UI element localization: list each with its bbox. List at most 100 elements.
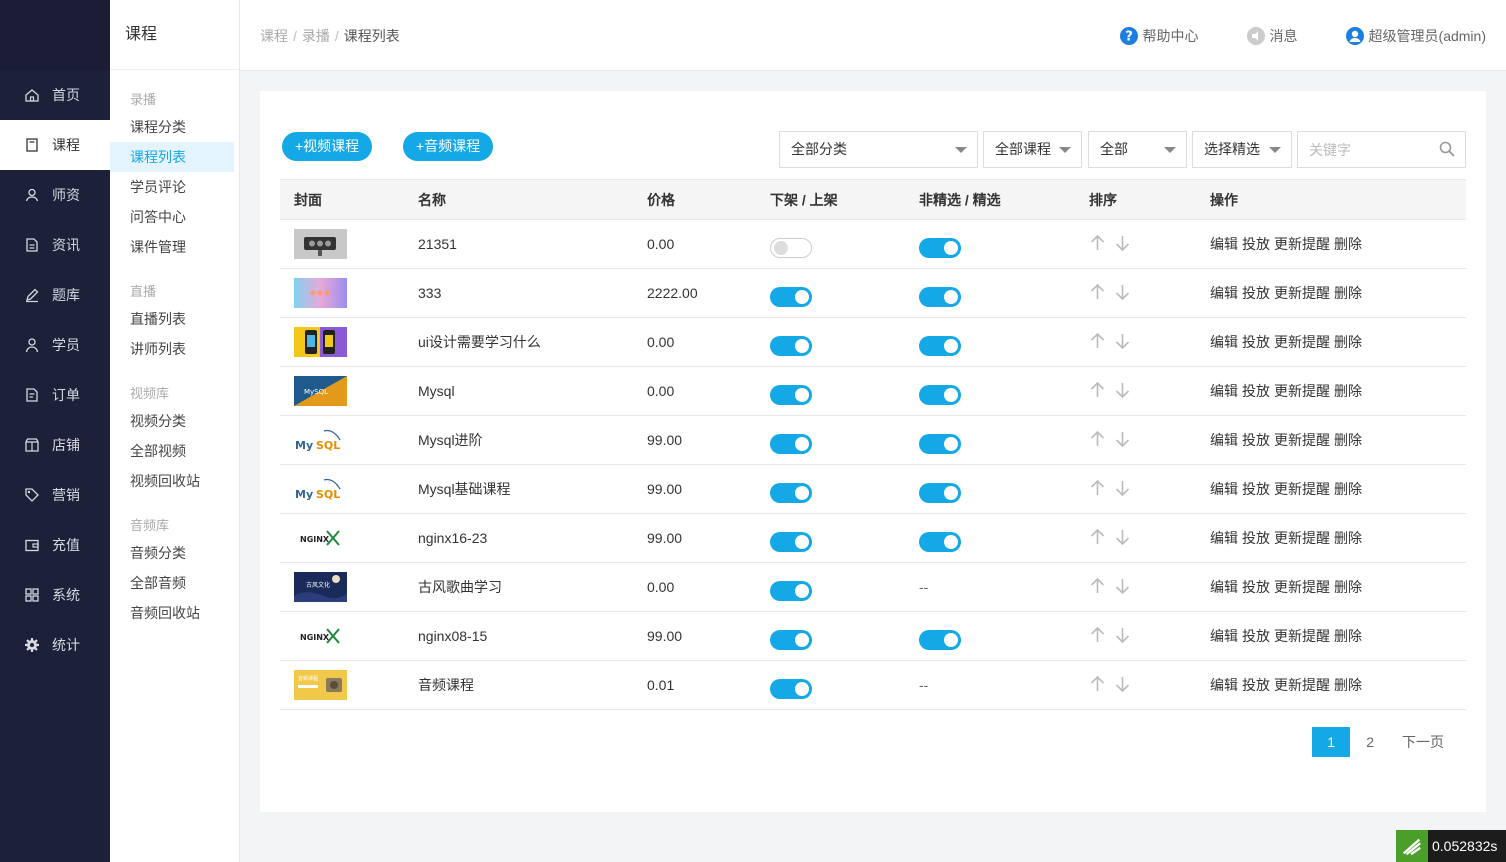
delete-link[interactable]: 删除 (1334, 677, 1362, 693)
delete-link[interactable]: 删除 (1334, 334, 1362, 350)
sub-nav-item[interactable]: 全部视频 (110, 436, 234, 466)
featured-toggle[interactable] (919, 434, 961, 454)
shelf-status-toggle[interactable] (770, 532, 812, 552)
nav-item[interactable]: 课程 (0, 120, 110, 170)
keyword-search-input[interactable] (1298, 132, 1428, 167)
edit-link[interactable]: 编辑 (1210, 481, 1238, 497)
edit-link[interactable]: 编辑 (1210, 530, 1238, 546)
sub-nav-item[interactable]: 全部音频 (110, 568, 234, 598)
delete-link[interactable]: 删除 (1334, 383, 1362, 399)
deliver-link[interactable]: 投放 (1242, 383, 1270, 399)
nav-item[interactable]: 师资 (0, 170, 110, 220)
delete-link[interactable]: 删除 (1334, 530, 1362, 546)
arrow-up-icon[interactable] (1089, 430, 1106, 448)
breadcrumb-item[interactable]: 录播 (302, 28, 330, 44)
arrow-up-icon[interactable] (1089, 332, 1106, 350)
messages-link[interactable]: 消息 (1246, 26, 1298, 46)
arrow-down-icon[interactable] (1114, 626, 1131, 644)
featured-toggle[interactable] (919, 483, 961, 503)
shelf-status-toggle[interactable] (770, 630, 812, 650)
sub-nav-item[interactable]: 音频回收站 (110, 598, 234, 628)
status-select[interactable]: 全部 (1088, 131, 1187, 168)
arrow-down-icon[interactable] (1114, 675, 1131, 693)
arrow-down-icon[interactable] (1114, 381, 1131, 399)
edit-link[interactable]: 编辑 (1210, 383, 1238, 399)
update-reminder-link[interactable]: 更新提醒 (1274, 432, 1330, 448)
deliver-link[interactable]: 投放 (1242, 432, 1270, 448)
delete-link[interactable]: 删除 (1334, 579, 1362, 595)
deliver-link[interactable]: 投放 (1242, 530, 1270, 546)
course-type-select[interactable]: 全部课程 (983, 131, 1082, 168)
delete-link[interactable]: 删除 (1334, 481, 1362, 497)
update-reminder-link[interactable]: 更新提醒 (1274, 628, 1330, 644)
deliver-link[interactable]: 投放 (1242, 677, 1270, 693)
arrow-down-icon[interactable] (1114, 283, 1131, 301)
arrow-up-icon[interactable] (1089, 626, 1106, 644)
arrow-down-icon[interactable] (1114, 528, 1131, 546)
shelf-status-toggle[interactable] (770, 287, 812, 307)
help-center-link[interactable]: ? 帮助中心 (1119, 26, 1199, 46)
edit-link[interactable]: 编辑 (1210, 677, 1238, 693)
nav-item[interactable]: 资讯 (0, 220, 110, 270)
arrow-up-icon[interactable] (1089, 283, 1106, 301)
arrow-down-icon[interactable] (1114, 234, 1131, 252)
arrow-up-icon[interactable] (1089, 675, 1106, 693)
sub-nav-item[interactable]: 学员评论 (110, 172, 234, 202)
nav-item[interactable]: 系统 (0, 570, 110, 620)
deliver-link[interactable]: 投放 (1242, 334, 1270, 350)
delete-link[interactable]: 删除 (1334, 285, 1362, 301)
deliver-link[interactable]: 投放 (1242, 285, 1270, 301)
sub-nav-item[interactable]: 视频分类 (110, 406, 234, 436)
featured-toggle[interactable] (919, 630, 961, 650)
edit-link[interactable]: 编辑 (1210, 628, 1238, 644)
update-reminder-link[interactable]: 更新提醒 (1274, 285, 1330, 301)
page-1-button[interactable]: 1 (1312, 727, 1351, 757)
sub-nav-item[interactable]: 讲师列表 (110, 334, 234, 364)
add-audio-course-button[interactable]: +音频课程 (403, 132, 494, 161)
sub-nav-item[interactable]: 问答中心 (110, 202, 234, 232)
sub-nav-item[interactable]: 课件管理 (110, 232, 234, 262)
featured-toggle[interactable] (919, 336, 961, 356)
nav-item[interactable]: 统计 (0, 620, 110, 670)
shelf-status-toggle[interactable] (770, 483, 812, 503)
nav-item[interactable]: 充值 (0, 520, 110, 570)
shelf-status-toggle[interactable] (770, 679, 812, 699)
edit-link[interactable]: 编辑 (1210, 236, 1238, 252)
sub-nav-item[interactable]: 视频回收站 (110, 466, 234, 496)
arrow-up-icon[interactable] (1089, 528, 1106, 546)
shelf-status-toggle[interactable] (770, 238, 812, 258)
shelf-status-toggle[interactable] (770, 434, 812, 454)
arrow-down-icon[interactable] (1114, 577, 1131, 595)
sub-nav-item[interactable]: 课程列表 (110, 142, 234, 172)
update-reminder-link[interactable]: 更新提醒 (1274, 383, 1330, 399)
featured-toggle[interactable] (919, 385, 961, 405)
edit-link[interactable]: 编辑 (1210, 334, 1238, 350)
nav-item[interactable]: 学员 (0, 320, 110, 370)
update-reminder-link[interactable]: 更新提醒 (1274, 481, 1330, 497)
featured-select[interactable]: 选择精选 (1192, 131, 1292, 168)
sub-nav-item[interactable]: 课程分类 (110, 112, 234, 142)
arrow-down-icon[interactable] (1114, 332, 1131, 350)
deliver-link[interactable]: 投放 (1242, 481, 1270, 497)
shelf-status-toggle[interactable] (770, 385, 812, 405)
delete-link[interactable]: 删除 (1334, 432, 1362, 448)
category-select[interactable]: 全部分类 (779, 131, 978, 168)
featured-toggle[interactable] (919, 532, 961, 552)
breadcrumb-item[interactable]: 课程 (260, 28, 288, 44)
arrow-up-icon[interactable] (1089, 479, 1106, 497)
arrow-up-icon[interactable] (1089, 234, 1106, 252)
deliver-link[interactable]: 投放 (1242, 236, 1270, 252)
sub-nav-item[interactable]: 直播列表 (110, 304, 234, 334)
page-2-button[interactable]: 2 (1354, 727, 1386, 757)
featured-toggle[interactable] (919, 287, 961, 307)
delete-link[interactable]: 删除 (1334, 236, 1362, 252)
delete-link[interactable]: 删除 (1334, 628, 1362, 644)
edit-link[interactable]: 编辑 (1210, 579, 1238, 595)
update-reminder-link[interactable]: 更新提醒 (1274, 334, 1330, 350)
deliver-link[interactable]: 投放 (1242, 628, 1270, 644)
update-reminder-link[interactable]: 更新提醒 (1274, 530, 1330, 546)
nav-item[interactable]: 营销 (0, 470, 110, 520)
add-video-course-button[interactable]: +视频课程 (282, 132, 373, 161)
shelf-status-toggle[interactable] (770, 581, 812, 601)
arrow-up-icon[interactable] (1089, 381, 1106, 399)
